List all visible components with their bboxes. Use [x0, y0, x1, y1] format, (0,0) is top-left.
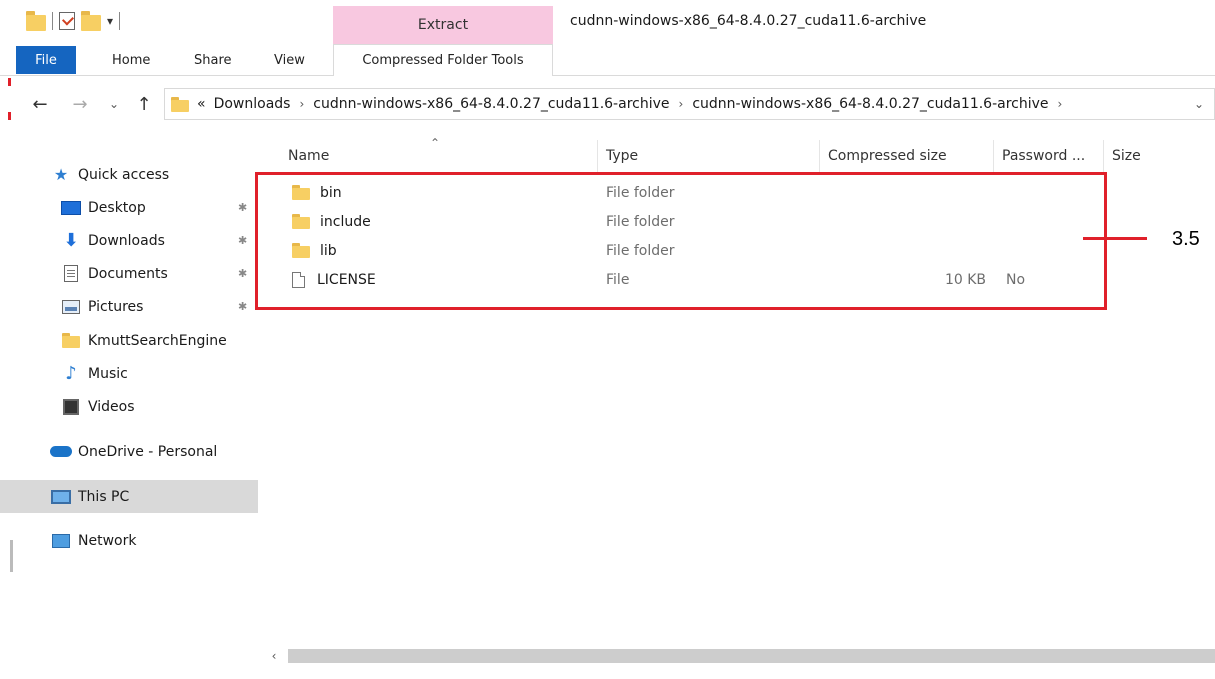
- folder-icon: [26, 11, 46, 31]
- video-icon: [60, 398, 82, 416]
- nav-item-label: This PC: [78, 488, 130, 505]
- breadcrumb-overflow[interactable]: «: [197, 96, 206, 112]
- annotation-callout-line: [1083, 237, 1147, 240]
- edge-mark: [8, 78, 11, 86]
- tab-compressed-folder-tools[interactable]: Compressed Folder Tools: [333, 44, 553, 76]
- pin-icon[interactable]: ✱: [238, 234, 247, 247]
- nav-item-quick-access[interactable]: ★ Quick access: [0, 158, 258, 191]
- music-note-icon: ♪: [65, 363, 77, 384]
- arrow-up-icon: ↑: [136, 93, 152, 115]
- chevron-right-icon[interactable]: ›: [299, 97, 304, 111]
- nav-item-onedrive[interactable]: OneDrive - Personal: [0, 435, 258, 468]
- column-header-password[interactable]: Password ...: [994, 140, 1104, 172]
- back-button[interactable]: ←: [28, 84, 52, 124]
- address-field[interactable]: « Downloads › cudnn-windows-x86_64-8.4.0…: [164, 88, 1215, 120]
- nav-item-label: Network: [78, 532, 137, 549]
- nav-item-label: Pictures: [88, 298, 144, 315]
- column-headers: Name Type Compressed size Password ... S…: [262, 140, 1215, 172]
- address-dropdown-icon[interactable]: ⌄: [1194, 89, 1204, 119]
- divider: [119, 12, 121, 30]
- nav-item-label: Quick access: [78, 166, 170, 183]
- desktop-icon: [60, 199, 82, 217]
- breadcrumb-downloads[interactable]: Downloads: [214, 96, 291, 112]
- cloud-icon: [50, 443, 72, 461]
- customize-toolbar-icon[interactable]: ▾: [107, 14, 113, 28]
- up-button[interactable]: ↑: [132, 84, 156, 124]
- chevron-left-icon[interactable]: ‹: [262, 646, 286, 666]
- nav-item-this-pc[interactable]: This PC: [0, 480, 258, 513]
- pictures-icon: [60, 298, 82, 316]
- arrow-right-icon: →: [72, 93, 88, 115]
- computer-icon: [50, 488, 72, 506]
- edge-mark: [8, 112, 11, 120]
- pin-icon[interactable]: ✱: [238, 300, 247, 313]
- new-folder-icon[interactable]: [81, 11, 101, 31]
- nav-item-label: Videos: [88, 398, 135, 415]
- nav-item-label: Documents: [88, 265, 168, 282]
- contextual-tab-extract[interactable]: Extract: [333, 6, 553, 44]
- nav-item-label: Music: [88, 365, 128, 382]
- document-icon: [60, 265, 82, 283]
- nav-item-documents[interactable]: Documents ✱: [0, 257, 258, 290]
- tab-file[interactable]: File: [16, 46, 76, 74]
- column-header-compressed-size[interactable]: Compressed size: [820, 140, 994, 172]
- nav-item-videos[interactable]: Videos: [0, 390, 258, 423]
- breadcrumb-archive-inner[interactable]: cudnn-windows-x86_64-8.4.0.27_cuda11.6-a…: [692, 96, 1048, 112]
- annotation-highlight-box: [255, 172, 1107, 310]
- nav-item-label: KmuttSearchEngine: [88, 332, 227, 349]
- divider: [52, 12, 53, 30]
- nav-item-music[interactable]: ♪ Music: [0, 357, 258, 390]
- chevron-right-icon[interactable]: ›: [679, 97, 684, 111]
- nav-item-label: Downloads: [88, 232, 165, 249]
- nav-item-pictures[interactable]: Pictures ✱: [0, 290, 258, 323]
- pin-icon[interactable]: ✱: [238, 201, 247, 214]
- recent-locations-button[interactable]: ⌄: [104, 84, 124, 124]
- quick-access-toolbar: ▾: [26, 9, 121, 33]
- navigation-pane: ★ Quick access Desktop ✱ ⬇ Downloads ✱ D…: [0, 150, 260, 679]
- chevron-right-icon[interactable]: ›: [1058, 97, 1063, 111]
- horizontal-scrollbar[interactable]: ‹: [262, 646, 1215, 666]
- window-edge: [10, 540, 13, 572]
- window-title: cudnn-windows-x86_64-8.4.0.27_cuda11.6-a…: [570, 13, 927, 29]
- column-header-name[interactable]: Name: [280, 140, 598, 172]
- address-bar: ← → ⌄ ↑ « Downloads › cudnn-windows-x86_…: [0, 84, 1215, 124]
- scrollbar-thumb[interactable]: [288, 649, 1215, 663]
- nav-item-label: OneDrive - Personal: [78, 443, 218, 460]
- chevron-down-icon: ⌄: [108, 97, 120, 111]
- tab-view[interactable]: View: [274, 44, 305, 76]
- column-header-type[interactable]: Type: [598, 140, 820, 172]
- nav-item-label: Desktop: [88, 199, 146, 216]
- arrow-left-icon: ←: [32, 93, 48, 115]
- annotation-label: 3.5: [1172, 228, 1200, 250]
- ribbon-tabs: File Home Share View Compressed Folder T…: [0, 44, 1215, 76]
- column-header-size[interactable]: Size: [1104, 140, 1215, 172]
- title-bar: ▾ Extract cudnn-windows-x86_64-8.4.0.27_…: [0, 0, 1215, 44]
- download-arrow-icon: ⬇: [63, 230, 79, 251]
- star-icon: ★: [53, 165, 69, 184]
- nav-item-downloads[interactable]: ⬇ Downloads ✱: [0, 224, 258, 257]
- network-icon: [50, 532, 72, 550]
- nav-item-network[interactable]: Network: [0, 524, 258, 557]
- folder-icon: [60, 332, 82, 350]
- folder-icon: [171, 96, 189, 112]
- nav-item-kmuttsearchengine[interactable]: KmuttSearchEngine: [0, 324, 258, 357]
- breadcrumb-archive[interactable]: cudnn-windows-x86_64-8.4.0.27_cuda11.6-a…: [313, 96, 669, 112]
- nav-item-desktop[interactable]: Desktop ✱: [0, 191, 258, 224]
- tab-home[interactable]: Home: [112, 44, 150, 76]
- forward-button[interactable]: →: [68, 84, 92, 124]
- tab-share[interactable]: Share: [194, 44, 232, 76]
- pin-icon[interactable]: ✱: [238, 267, 247, 280]
- properties-icon[interactable]: [59, 12, 75, 30]
